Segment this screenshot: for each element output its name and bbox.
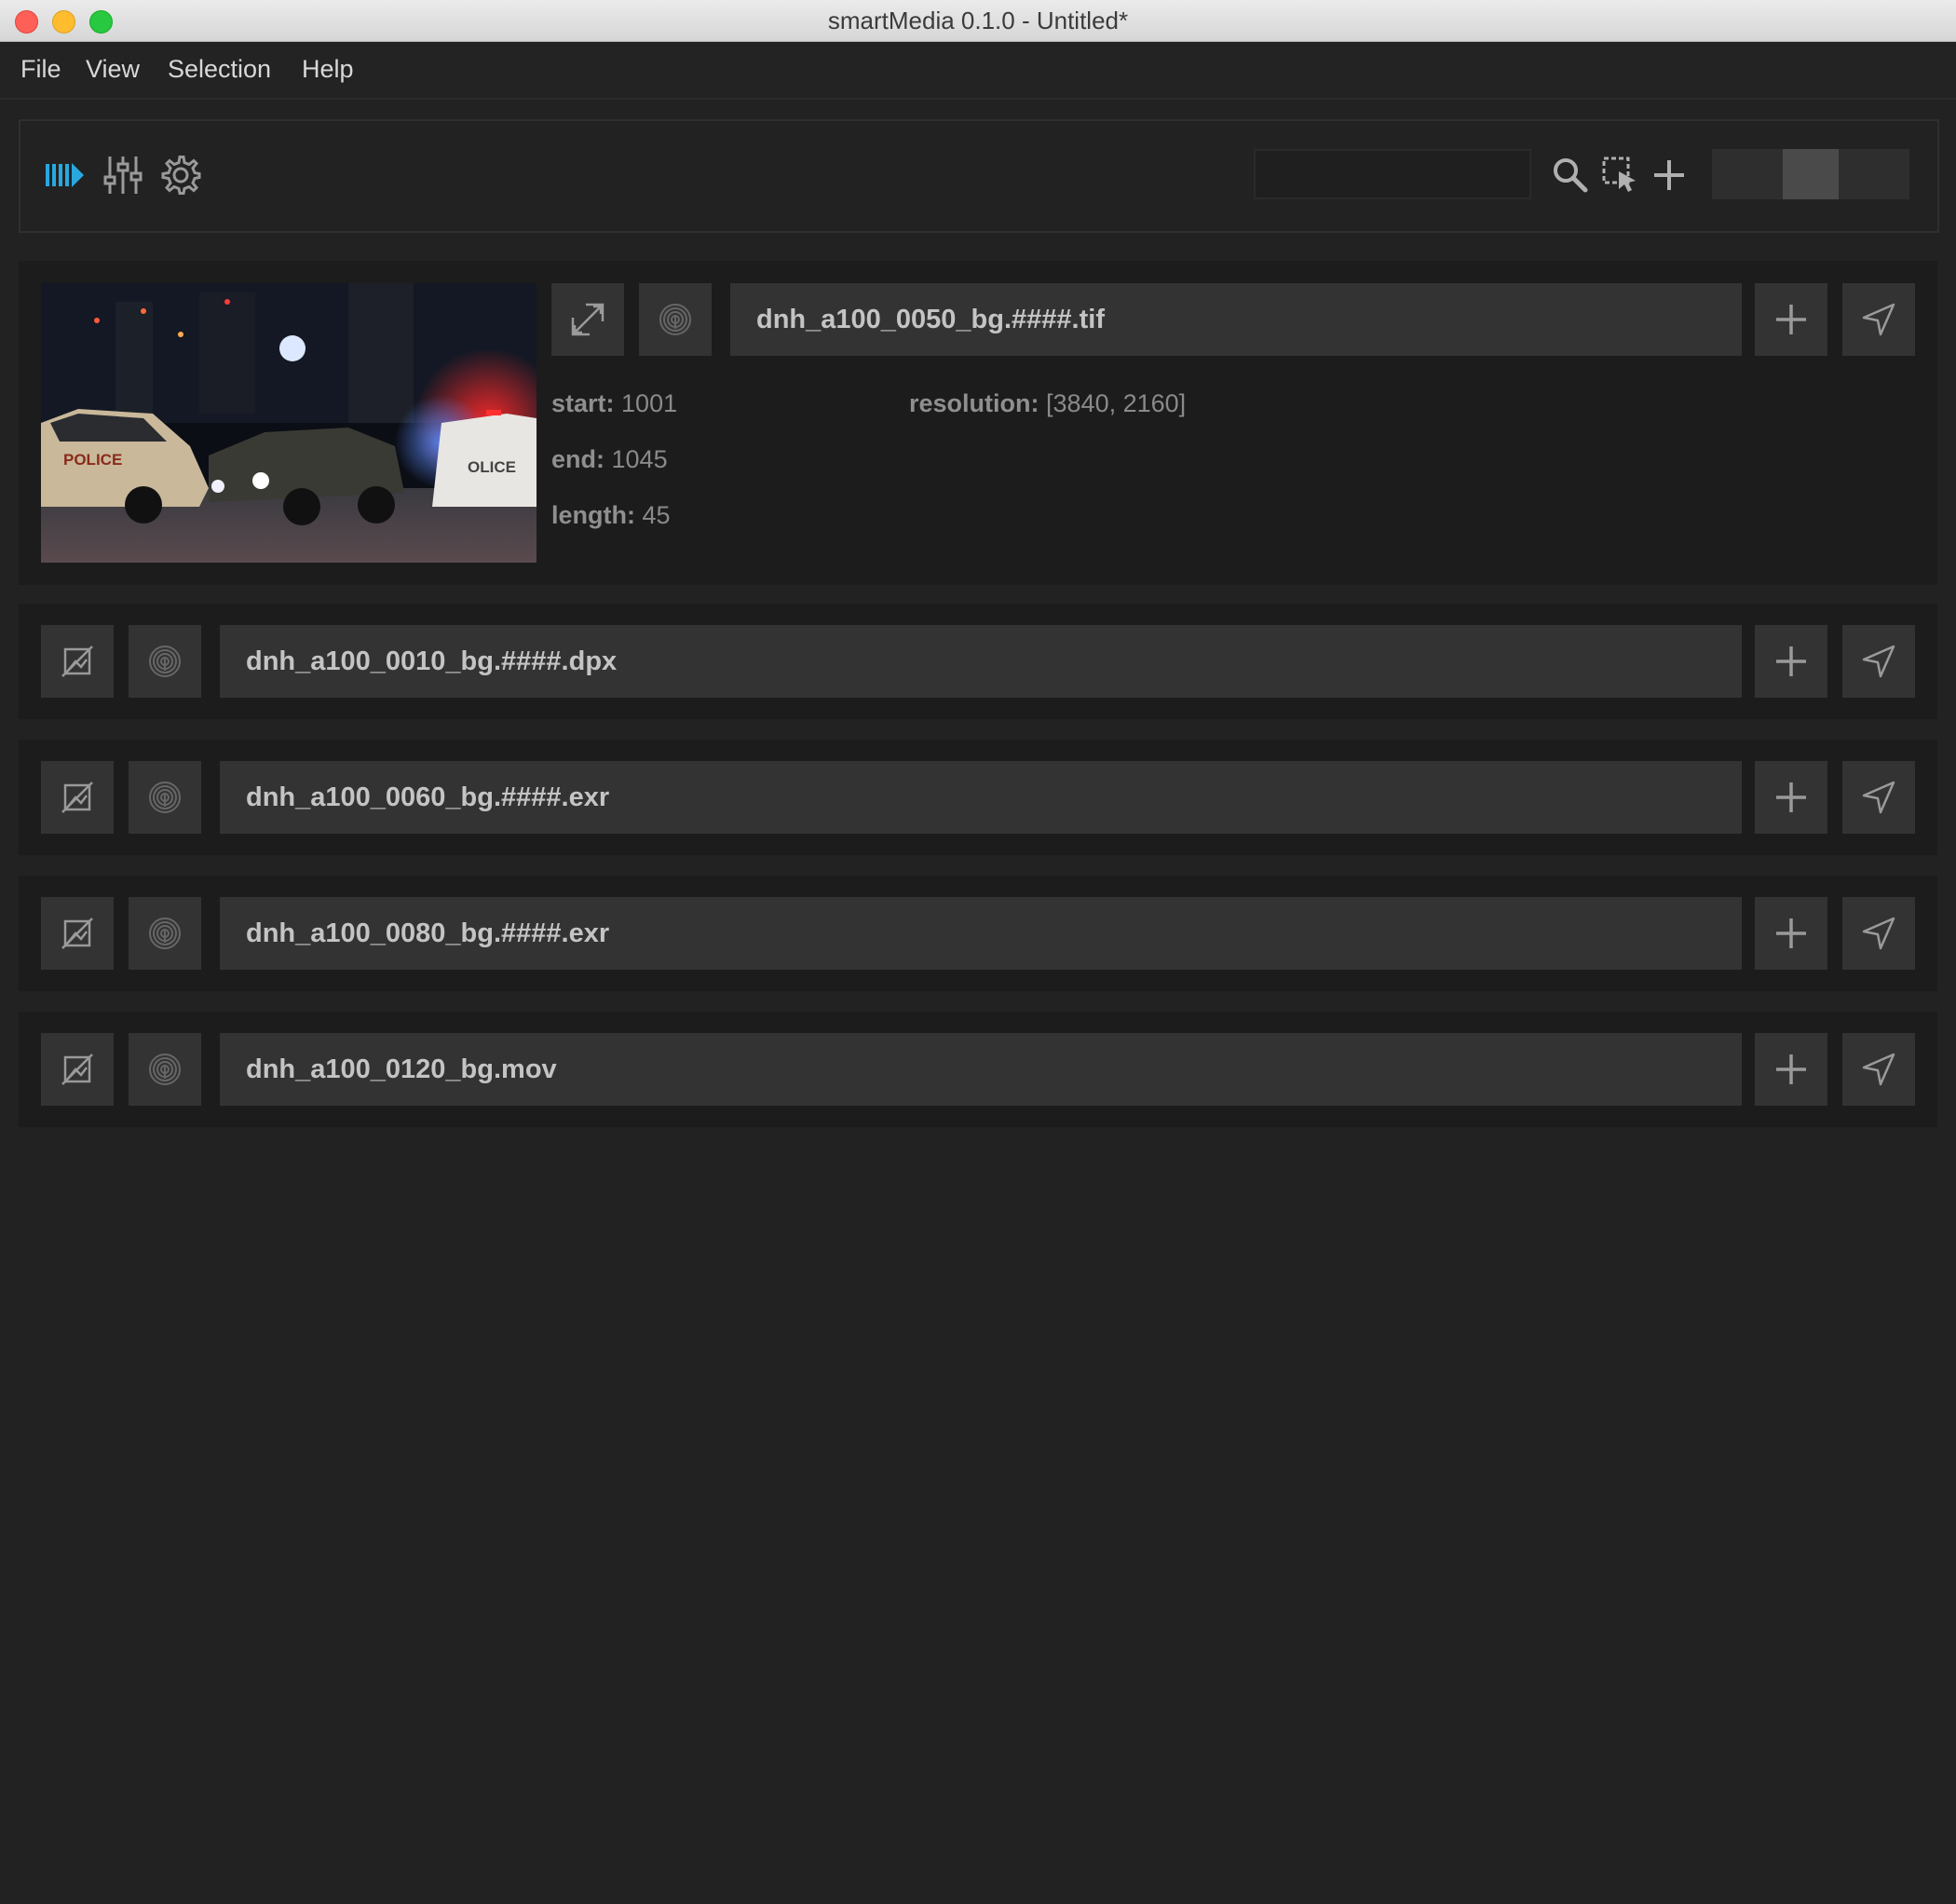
fingerprint-icon [149, 918, 181, 949]
toolbar [19, 119, 1939, 233]
fingerprint-icon [149, 1054, 181, 1085]
media-item[interactable]: dnh_a100_0010_bg.####.dpx [19, 604, 1937, 719]
select-region-icon[interactable] [1600, 155, 1641, 196]
add-button[interactable] [1755, 761, 1827, 834]
menu-bar: File View Selection Help [0, 42, 1956, 100]
resolution-label: resolution: [909, 389, 1039, 417]
plus-icon[interactable] [1649, 155, 1690, 196]
plus-icon [1776, 646, 1806, 676]
title-bar: smartMedia 0.1.0 - Untitled* [0, 0, 1956, 42]
filename-field[interactable]: dnh_a100_0010_bg.####.dpx [220, 625, 1742, 698]
end-meta: end: 1045 [551, 445, 668, 474]
send-arrow-icon [1862, 917, 1895, 950]
end-label: end: [551, 445, 604, 473]
menu-file[interactable]: File [20, 55, 61, 84]
thumbnail: POLICE OLICE [41, 283, 537, 563]
add-button[interactable] [1755, 283, 1827, 356]
no-image-icon [61, 782, 93, 813]
start-value: 1001 [621, 389, 678, 417]
gear-icon[interactable] [160, 155, 201, 196]
length-meta: length: 45 [551, 501, 671, 530]
start-meta: start: 1001 [551, 389, 677, 418]
expand-arrows-icon [571, 303, 604, 336]
send-arrow-icon [1862, 303, 1895, 336]
resolution-value: [3840, 2160] [1046, 389, 1187, 417]
filename-field[interactable]: dnh_a100_0050_bg.####.tif [730, 283, 1742, 356]
filename-field[interactable]: dnh_a100_0060_bg.####.exr [220, 761, 1742, 834]
fingerprint-button[interactable] [639, 283, 712, 356]
no-image-icon [61, 1054, 93, 1085]
no-image-icon [61, 918, 93, 949]
add-button[interactable] [1755, 625, 1827, 698]
send-button[interactable] [1842, 283, 1915, 356]
fingerprint-icon [659, 304, 691, 335]
filename-field[interactable]: dnh_a100_0080_bg.####.exr [220, 897, 1742, 970]
send-button[interactable] [1842, 1033, 1915, 1106]
resolution-meta: resolution: [3840, 2160] [909, 389, 1186, 418]
search-icon[interactable] [1550, 155, 1591, 196]
send-button[interactable] [1842, 761, 1915, 834]
fingerprint-button[interactable] [129, 1033, 201, 1106]
media-item-expanded[interactable]: POLICE OLICE dnh_a100_0050_bg.####.tif s… [19, 261, 1937, 585]
no-thumbnail-button[interactable] [41, 1033, 114, 1106]
view-toggle-left[interactable] [1712, 149, 1783, 199]
no-thumbnail-button[interactable] [41, 761, 114, 834]
menu-view[interactable]: View [86, 55, 140, 84]
fingerprint-button[interactable] [129, 761, 201, 834]
window-title: smartMedia 0.1.0 - Untitled* [827, 7, 1129, 34]
plus-icon [1776, 918, 1806, 948]
menu-help[interactable]: Help [302, 55, 354, 84]
plus-icon [1776, 305, 1806, 334]
length-label: length: [551, 501, 635, 529]
view-toggle-middle[interactable] [1783, 149, 1839, 199]
send-arrow-icon [1862, 781, 1895, 814]
thumbnail-police-text-1: POLICE [63, 451, 122, 469]
add-button[interactable] [1755, 1033, 1827, 1106]
end-value: 1045 [611, 445, 668, 473]
search-input[interactable] [1254, 149, 1531, 199]
expand-button[interactable] [551, 283, 624, 356]
sliders-icon[interactable] [102, 155, 143, 196]
send-arrow-icon [1862, 1053, 1895, 1086]
send-arrow-icon [1862, 645, 1895, 678]
add-button[interactable] [1755, 897, 1827, 970]
view-toggle-right[interactable] [1839, 149, 1909, 199]
length-value: 45 [642, 501, 671, 529]
start-label: start: [551, 389, 615, 417]
media-item[interactable]: dnh_a100_0060_bg.####.exr [19, 740, 1937, 855]
send-button[interactable] [1842, 897, 1915, 970]
send-button[interactable] [1842, 625, 1915, 698]
media-item[interactable]: dnh_a100_0080_bg.####.exr [19, 876, 1937, 991]
fingerprint-icon [149, 782, 181, 813]
no-image-icon [61, 646, 93, 677]
filename-field[interactable]: dnh_a100_0120_bg.mov [220, 1033, 1742, 1106]
fingerprint-button[interactable] [129, 897, 201, 970]
no-thumbnail-button[interactable] [41, 625, 114, 698]
menu-selection[interactable]: Selection [168, 55, 271, 84]
media-item[interactable]: dnh_a100_0120_bg.mov [19, 1012, 1937, 1127]
media-play-icon[interactable] [45, 155, 86, 196]
thumbnail-police-text-2: OLICE [468, 458, 516, 476]
plus-icon [1776, 1054, 1806, 1084]
no-thumbnail-button[interactable] [41, 897, 114, 970]
fingerprint-icon [149, 646, 181, 677]
fingerprint-button[interactable] [129, 625, 201, 698]
plus-icon [1776, 782, 1806, 812]
thumbnail-image: POLICE OLICE [41, 283, 537, 563]
